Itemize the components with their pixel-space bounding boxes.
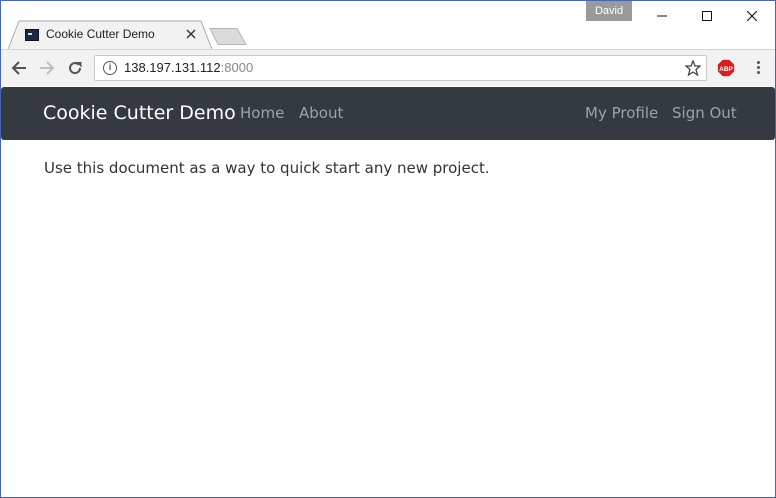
back-button[interactable] — [9, 58, 29, 78]
page-body-text: Use this document as a way to quick star… — [44, 159, 490, 177]
reload-button[interactable] — [65, 58, 85, 78]
navbar-brand[interactable]: Cookie Cutter Demo — [43, 102, 236, 124]
url-text[interactable]: 138.197.131.112:8000 — [124, 60, 253, 75]
nav-link-sign-out[interactable]: Sign Out — [672, 104, 737, 122]
profile-badge[interactable]: David — [586, 1, 632, 21]
new-tab-button[interactable] — [209, 28, 247, 45]
tab-close-icon[interactable] — [185, 28, 197, 40]
svg-text:ABP: ABP — [719, 66, 733, 73]
address-bar[interactable]: i 138.197.131.112:8000 — [94, 55, 707, 81]
adblock-plus-icon[interactable]: ABP — [717, 59, 735, 77]
terminal-favicon-icon — [25, 29, 39, 41]
kebab-menu-icon[interactable] — [754, 60, 762, 76]
tab-cookie-cutter-demo[interactable]: Cookie Cutter Demo — [7, 20, 213, 50]
close-icon — [747, 11, 757, 21]
minimize-button[interactable] — [639, 1, 685, 31]
browser-window: David Cookie Cutter Demo i 138.197.131.1… — [0, 0, 776, 498]
forward-button[interactable] — [37, 58, 57, 78]
reload-icon — [69, 62, 82, 75]
nav-link-home[interactable]: Home — [240, 104, 284, 122]
arrow-right-icon — [40, 61, 55, 75]
tab-title: Cookie Cutter Demo — [46, 27, 155, 41]
nav-link-about[interactable]: About — [299, 104, 343, 122]
close-window-button[interactable] — [729, 1, 775, 31]
bookmark-star-icon[interactable] — [685, 60, 701, 76]
minimize-icon — [657, 15, 667, 17]
maximize-icon — [702, 11, 712, 21]
maximize-button[interactable] — [684, 1, 730, 31]
site-navbar: Cookie Cutter Demo Home About My Profile… — [1, 87, 775, 140]
arrow-left-icon — [11, 61, 26, 75]
info-icon[interactable]: i — [103, 61, 117, 75]
browser-toolbar: i 138.197.131.112:8000 ABP — [1, 49, 775, 86]
title-bar: David Cookie Cutter Demo — [1, 1, 775, 50]
nav-link-my-profile[interactable]: My Profile — [585, 104, 658, 122]
